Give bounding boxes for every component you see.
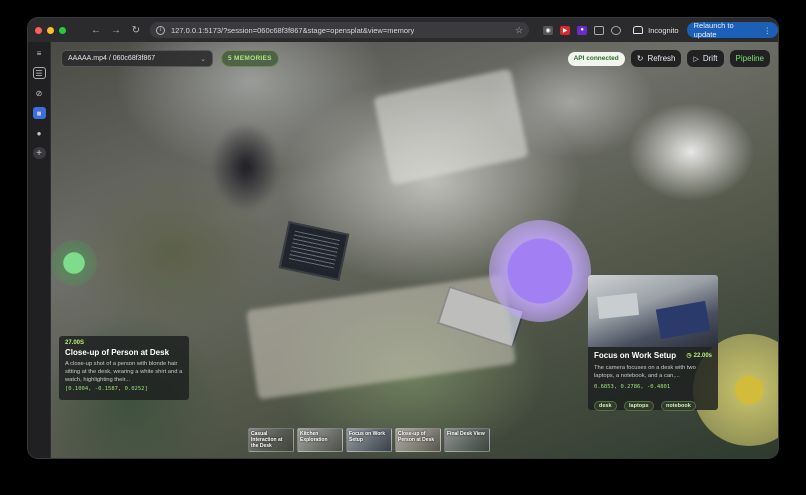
memory-time: 27.00S — [65, 340, 85, 346]
play-icon: ▷ — [693, 55, 699, 63]
clock-icon: ◷ — [686, 353, 692, 359]
tag-chip[interactable]: desk — [594, 401, 617, 411]
memory-thumbnail-image — [588, 275, 718, 347]
extensions-bar: ◉ ▶ ● — [543, 25, 622, 35]
memory-title: Focus on Work Setup — [594, 351, 677, 360]
memory-thumb-label: Focus on Work Setup — [349, 431, 386, 443]
drift-label: Drift — [702, 54, 718, 63]
tag-chip[interactable]: notebook — [661, 401, 696, 411]
memory-description: The camera focuses on a desk with two la… — [594, 365, 696, 379]
memory-timeline: Casual Interaction at the Desk Kitchen E… — [248, 428, 490, 452]
memory-thumb-label: Close-up of Person at Desk — [398, 431, 435, 443]
memory-coords: [0.1004, -0.1587, 0.0252] — [65, 386, 148, 392]
viewport-topbar: AAAAA.mp4 / 060c68f3f867 ⌄ 5 MEMORIES — [61, 50, 279, 67]
profile-icon[interactable] — [611, 25, 622, 35]
address-bar[interactable]: i 127.0.0.1:5173/?session=060c68f3f867&s… — [150, 22, 530, 38]
pipeline-label: Pipeline — [735, 54, 764, 63]
forward-arrow-icon[interactable]: → — [108, 25, 124, 36]
incognito-icon — [633, 26, 644, 34]
memory-time: ◷ 22.00s — [686, 352, 712, 360]
memory-marker-green[interactable] — [51, 240, 97, 286]
refresh-icon: ↻ — [636, 54, 644, 63]
person-icon[interactable]: ● — [33, 127, 46, 139]
left-rail: ≡ ☰ ⊘ ■ ● + — [28, 42, 51, 458]
extension-icon[interactable]: ◉ — [543, 25, 554, 35]
tag-chip[interactable]: laptops — [624, 401, 654, 411]
memory-thumb[interactable]: Casual Interaction at the Desk — [248, 428, 294, 452]
extension-icon[interactable]: ● — [577, 25, 588, 35]
memory-coords: 0.6853, 0.2786, -0.4801 — [594, 384, 671, 390]
url-text[interactable]: 127.0.0.1:5173/?session=060c68f3f867&sta… — [171, 26, 509, 35]
memory-thumb[interactable]: Focus on Work Setup — [346, 428, 392, 452]
relaunch-label: Relaunch to update — [693, 21, 734, 39]
memory-description: A close-up shot of a person with blonde … — [65, 361, 183, 383]
memory-title: Close-up of Person at Desk — [65, 348, 170, 357]
memory-card-right[interactable]: Focus on Work Setup ◷ 22.00s The camera … — [588, 275, 718, 412]
scene-desk — [246, 274, 516, 400]
browser-toolbar: ← → ↻ i 127.0.0.1:5173/?session=060c68f3… — [28, 18, 778, 42]
memory-thumb-label: Casual Interaction at the Desk — [251, 431, 283, 449]
nav-buttons: ← → ↻ — [88, 25, 144, 36]
plus-icon[interactable]: + — [32, 147, 46, 159]
minimize-window-button[interactable] — [47, 26, 54, 34]
chevron-down-icon: ⌄ — [200, 55, 206, 63]
scene-person-silhouette — [211, 122, 281, 212]
window-controls — [35, 26, 66, 34]
refresh-label: Refresh — [647, 54, 676, 63]
site-info-icon[interactable]: i — [156, 25, 165, 35]
memory-thumb[interactable]: Close-up of Person at Desk — [395, 428, 441, 452]
back-arrow-icon[interactable]: ← — [88, 25, 104, 36]
puzzle-icon[interactable] — [594, 25, 605, 35]
scene-monitor — [278, 221, 350, 281]
memory-thumb[interactable]: Kitchen Exploration — [297, 428, 343, 452]
api-status-badge: API connected — [567, 51, 625, 66]
memory-thumb-label: Kitchen Exploration — [300, 431, 328, 443]
memory-marker-purple[interactable] — [489, 220, 591, 322]
incognito-label: Incognito — [648, 25, 679, 35]
incognito-indicator[interactable]: Incognito — [633, 25, 679, 35]
memory-tags: desk laptops notebook — [594, 394, 712, 412]
drift-button[interactable]: ▷ Drift — [687, 50, 724, 67]
memory-time-value: 22.00s — [693, 352, 712, 359]
bookmark-star-icon[interactable]: ☆ — [515, 25, 523, 36]
refresh-button[interactable]: ↻ Refresh — [630, 50, 682, 67]
pipeline-button[interactable]: Pipeline — [729, 50, 770, 67]
relaunch-button[interactable]: Relaunch to update ⋮ — [686, 21, 778, 39]
memory-thumb-label: Final Desk View — [447, 431, 485, 437]
memory-card-left[interactable]: 27.00S Close-up of Person at Desk A clos… — [59, 336, 189, 400]
scene-wall-panel — [373, 68, 529, 186]
maximize-window-button[interactable] — [59, 26, 66, 34]
sidebar-toggle-icon[interactable]: ≡ — [33, 47, 46, 59]
app-icon-blue[interactable]: ■ — [32, 107, 46, 119]
circle-slash-icon[interactable]: ⊘ — [33, 87, 46, 99]
session-select[interactable]: AAAAA.mp4 / 060c68f3f867 ⌄ — [61, 50, 213, 67]
layers-icon[interactable]: ☰ — [32, 67, 46, 79]
viewport-actions: API connected ↻ Refresh ▷ Drift Pipeline — [567, 50, 770, 67]
youtube-extension-icon[interactable]: ▶ — [560, 25, 571, 35]
reload-icon[interactable]: ↻ — [128, 25, 144, 36]
session-select-value: AAAAA.mp4 / 060c68f3f867 — [68, 55, 156, 62]
thumbnail-monitor-shape — [655, 300, 711, 340]
browser-window: ← → ↻ i 127.0.0.1:5173/?session=060c68f3… — [28, 18, 778, 458]
kebab-menu-icon[interactable]: ⋮ — [764, 26, 772, 35]
memory-thumb[interactable]: Final Desk View — [444, 428, 490, 452]
memories-count-badge: 5 MEMORIES — [221, 50, 279, 67]
close-window-button[interactable] — [35, 26, 42, 34]
splat-viewport[interactable]: AAAAA.mp4 / 060c68f3f867 ⌄ 5 MEMORIES AP… — [51, 42, 778, 458]
thumbnail-laptop-shape — [596, 292, 640, 320]
